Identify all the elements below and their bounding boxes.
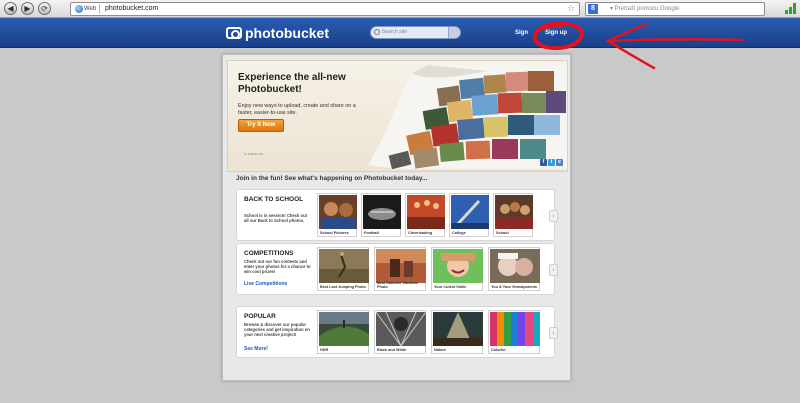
thumb-caption: School [496,231,509,235]
red-circle-annotation [532,21,584,51]
site-search-input[interactable]: Search site [370,26,461,39]
thumb-caption: Cheerleading [408,231,433,235]
scroll-right-arrow[interactable]: › [549,264,558,276]
thumb-image [490,312,540,346]
photobucket-logo[interactable]: photobucket [226,25,329,43]
thumb-image [319,195,357,229]
signal-strength-icon [785,3,797,14]
thumb-caption: Best Last Jumping Photo [320,285,366,289]
site-search-button[interactable] [448,27,460,38]
photo-collage [368,65,567,169]
thumb-image [363,195,401,229]
see-more-link[interactable]: See More! [244,346,268,352]
thumb-image [433,249,483,283]
twitter-icon[interactable]: t [548,159,555,166]
url-text: photobucket.com [105,5,159,12]
banner-small-text: •• ••••••• ••• [244,151,264,156]
thumb-caption: HDR [320,348,329,352]
main-content-card: Experience the all-new Photobucket! Enjo… [222,54,571,381]
red-arrow-annotation [605,22,744,70]
promo-banner: Experience the all-new Photobucket! Enjo… [227,60,568,172]
section-description: Browse & discover our popular categories… [244,322,310,337]
sign-in-link[interactable]: Sign [515,30,528,36]
thumb-caption: College [452,231,466,235]
camera-icon [226,27,242,39]
try-it-now-button[interactable]: Try It Now [238,119,284,132]
site-search-placeholder: Search site [382,29,408,35]
thumb-school[interactable]: School [493,193,533,237]
thumb-cheerleading[interactable]: Cheerleading [405,193,445,237]
globe-icon [75,5,83,13]
thumb-football[interactable]: Football [361,193,401,237]
thumb-image [451,195,489,229]
scroll-right-arrow[interactable]: › [549,210,558,222]
url-web-label: Web [84,6,97,12]
thumb-college[interactable]: College [449,193,489,237]
thumb-school-pictures[interactable]: School Pictures [317,193,357,237]
scroll-right-arrow[interactable]: › [549,327,558,339]
url-web-badge: Web [73,4,101,14]
competitions-section: COMPETITIONS Check out our fun contests … [236,243,558,295]
browser-toolbar: ◀ ▶ ⟳ Web photobucket.com ☆ 8 ▾ Pretraži… [0,0,800,18]
logo-text: photobucket [245,25,329,41]
thumb-caption: Nature [434,348,447,352]
email-icon[interactable]: e [556,159,563,166]
address-bar[interactable]: Web photobucket.com ☆ [70,2,580,16]
thumb-you-and-grandparents[interactable]: You & Your Grandparents [488,247,540,291]
section-description: Check out our fun contests and enter you… [244,259,311,274]
thumb-caption: Football [364,231,379,235]
thumb-caption: Black and White [377,348,407,352]
popular-section: POPULAR Browse & discover our popular ca… [236,306,558,358]
back-to-school-section: BACK TO SCHOOL School is in session! Che… [236,189,558,241]
reload-button[interactable]: ⟳ [38,2,51,15]
thumb-nature[interactable]: Nature [431,310,483,354]
search-engine-icon[interactable]: 8 [588,4,598,14]
banner-title: Experience the all-new Photobucket! [238,72,346,95]
thumb-image [319,249,369,283]
thumb-image [319,312,369,346]
thumb-black-and-white[interactable]: Black and White [374,310,426,354]
thumb-colorful[interactable]: Colorful [488,310,540,354]
thumb-image [490,249,540,283]
thumb-hdr[interactable]: HDR [317,310,369,354]
thumb-image [433,312,483,346]
thumb-best-summer-vacation[interactable]: Best Summer Vacation Photo [374,247,426,291]
banner-subtitle: Enjoy new ways to upload, create and sha… [238,103,356,116]
thumb-caption: Best Summer Vacation Photo [377,281,419,289]
thumb-your-cutest-smile[interactable]: Your Cutest Smile [431,247,483,291]
thumb-image [376,312,426,346]
section-title: POPULAR [244,313,276,320]
thumb-image [376,249,426,283]
facebook-icon[interactable]: f [540,159,547,166]
section-description: School is in session! Check out all our … [244,213,308,223]
browser-search-input[interactable]: 8 ▾ Pretraži pomoću Google [585,2,765,16]
search-icon [374,29,380,35]
thumb-image [407,195,445,229]
thumb-caption: Your Cutest Smile [434,285,467,289]
join-heading: Join in the fun! See what's happening on… [236,175,428,182]
thumb-image [495,195,533,229]
section-title: BACK TO SCHOOL [244,196,304,203]
forward-button[interactable]: ▶ [21,2,34,15]
section-title: COMPETITIONS [244,250,294,257]
bookmark-star-icon[interactable]: ☆ [567,3,575,15]
thumb-caption: You & Your Grandparents [491,285,537,289]
social-links: fte [539,150,563,168]
live-competitions-link[interactable]: Live Competitions [244,281,287,287]
thumb-best-last-jumping[interactable]: Best Last Jumping Photo [317,247,369,291]
thumb-caption: School Pictures [320,231,349,235]
thumb-caption: Colorful [491,348,506,352]
back-button[interactable]: ◀ [4,2,17,15]
browser-search-placeholder: ▾ Pretraži pomoću Google [610,6,680,12]
